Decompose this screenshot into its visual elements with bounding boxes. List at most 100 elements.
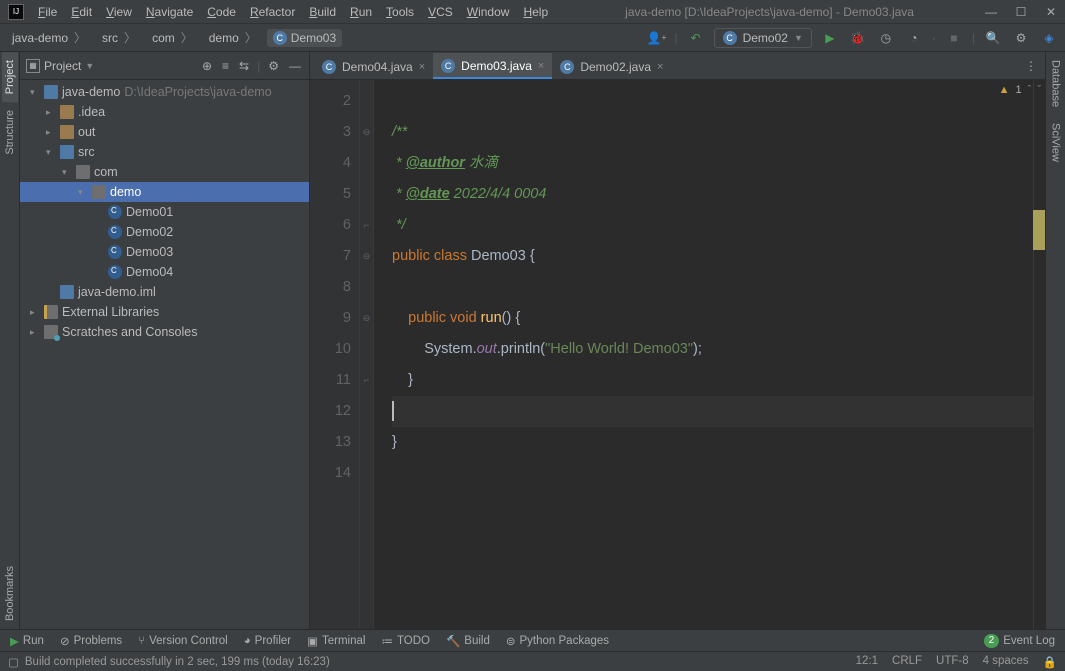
chevron-up-icon[interactable]: ˆ xyxy=(1028,84,1032,96)
tool-tab-sciview[interactable]: SciView xyxy=(1048,115,1064,170)
line-number-gutter[interactable]: 234567891011121314 xyxy=(310,80,360,629)
menu-build[interactable]: Build xyxy=(303,3,342,21)
stop-button-icon[interactable]: ■ xyxy=(944,28,964,48)
indent-setting[interactable]: 4 spaces xyxy=(983,655,1029,669)
tabs-more-icon[interactable]: ⋮ xyxy=(1025,59,1037,73)
breadcrumb-demo[interactable]: demo〉 xyxy=(203,27,265,48)
tool-tab-event-log[interactable]: 2 Event Log xyxy=(984,634,1055,648)
class-icon xyxy=(108,205,122,219)
inspection-widget[interactable]: ▲ 1 ˆ ˇ xyxy=(999,84,1041,96)
tool-tab-bookmarks[interactable]: Bookmarks xyxy=(2,558,18,629)
code-content[interactable]: /** * @author 水滴 * @date 2022/4/4 0004 *… xyxy=(374,80,1045,629)
caret-position[interactable]: 12:1 xyxy=(856,655,878,669)
editor-tab-demo04-java[interactable]: CDemo04.java× xyxy=(314,53,433,79)
folder-icon xyxy=(60,105,74,119)
play-icon: ▶ xyxy=(10,634,19,648)
folder-blue-icon xyxy=(60,145,74,159)
editor-tab-demo03-java[interactable]: CDemo03.java× xyxy=(433,53,552,79)
menu-help[interactable]: Help xyxy=(517,3,554,21)
tool-tab-problems[interactable]: ⊘Problems xyxy=(60,634,122,648)
menu-navigate[interactable]: Navigate xyxy=(140,3,199,21)
project-tool-window: ▦ Project ▼ ⊕ ≡ ⇆ | ⚙ — ▾java-demo D:\Id… xyxy=(20,52,310,629)
menu-tools[interactable]: Tools xyxy=(380,3,420,21)
menu-run[interactable]: Run xyxy=(344,3,378,21)
breadcrumb-demo03[interactable]: CDemo03 xyxy=(267,29,342,47)
tree-item--idea[interactable]: ▸.idea xyxy=(20,102,309,122)
panel-settings-icon[interactable]: ⚙ xyxy=(266,57,281,75)
bottom-tool-stripe: ▶Run ⊘Problems ⑂Version Control ◕Profile… xyxy=(0,629,1065,651)
debug-button-icon[interactable]: 🐞 xyxy=(848,28,868,48)
tree-item-java-demo-iml[interactable]: java-demo.iml xyxy=(20,282,309,302)
plugin-icon[interactable]: ◈ xyxy=(1039,28,1059,48)
expand-all-icon[interactable]: ≡ xyxy=(220,57,231,75)
chevron-down-icon[interactable]: ˇ xyxy=(1037,84,1041,96)
menu-window[interactable]: Window xyxy=(461,3,516,21)
search-icon[interactable]: 🔍 xyxy=(983,28,1003,48)
close-button[interactable]: ✕ xyxy=(1045,5,1057,19)
tool-tab-todo[interactable]: ≔TODO xyxy=(381,634,430,648)
profile-icon[interactable]: ◔ xyxy=(904,28,924,48)
tool-tab-python-packages[interactable]: ⊜Python Packages xyxy=(506,634,609,648)
run-button-icon[interactable]: ▶ xyxy=(820,28,840,48)
menu-edit[interactable]: Edit xyxy=(65,3,98,21)
menu-refactor[interactable]: Refactor xyxy=(244,3,301,21)
tree-item-demo[interactable]: ▾demo xyxy=(20,182,309,202)
tree-item-external-libraries[interactable]: ▸External Libraries xyxy=(20,302,309,322)
close-tab-icon[interactable]: × xyxy=(538,60,544,72)
tree-item-demo02[interactable]: Demo02 xyxy=(20,222,309,242)
class-icon: C xyxy=(441,59,455,73)
tool-tab-project[interactable]: Project xyxy=(2,52,18,102)
tool-tab-profiler[interactable]: ◕Profiler xyxy=(244,635,291,647)
collapse-all-icon[interactable]: ⇆ xyxy=(237,57,251,75)
tree-item-src[interactable]: ▾src xyxy=(20,142,309,162)
tree-item-java-demo[interactable]: ▾java-demo D:\IdeaProjects\java-demo xyxy=(20,82,309,102)
tool-tab-structure[interactable]: Structure xyxy=(2,102,18,163)
tree-item-demo04[interactable]: Demo04 xyxy=(20,262,309,282)
status-window-icon[interactable]: ▢ xyxy=(8,655,19,669)
tree-item-demo03[interactable]: Demo03 xyxy=(20,242,309,262)
tree-item-demo01[interactable]: Demo01 xyxy=(20,202,309,222)
stripe-mark[interactable] xyxy=(1033,210,1045,250)
coverage-icon[interactable]: ◷ xyxy=(876,28,896,48)
back-arrow-icon[interactable]: ↶ xyxy=(686,28,706,48)
window-title: java-demo [D:\IdeaProjects\java-demo] - … xyxy=(554,5,985,19)
fold-gutter[interactable]: ⊖ ⌐⊖ ⊖ ⌐ xyxy=(360,80,374,629)
menu-file[interactable]: File xyxy=(32,3,63,21)
editor-tab-demo02-java[interactable]: CDemo02.java× xyxy=(552,53,671,79)
locate-icon[interactable]: ⊕ xyxy=(200,57,214,75)
tool-tab-version-control[interactable]: ⑂Version Control xyxy=(138,635,228,647)
tool-tab-run[interactable]: ▶Run xyxy=(10,634,44,648)
breadcrumb-src[interactable]: src〉 xyxy=(96,27,144,48)
line-separator[interactable]: CRLF xyxy=(892,655,922,669)
maximize-button[interactable]: ☐ xyxy=(1015,5,1027,19)
close-tab-icon[interactable]: × xyxy=(419,61,425,73)
tool-tab-build[interactable]: 🔨Build xyxy=(446,634,490,648)
tree-item-com[interactable]: ▾com xyxy=(20,162,309,182)
menu-view[interactable]: View xyxy=(100,3,138,21)
class-icon xyxy=(108,225,122,239)
tree-item-out[interactable]: ▸out xyxy=(20,122,309,142)
menu-code[interactable]: Code xyxy=(201,3,242,21)
menu-vcs[interactable]: VCS xyxy=(422,3,459,21)
minimize-button[interactable]: — xyxy=(985,5,997,19)
project-tree[interactable]: ▾java-demo D:\IdeaProjects\java-demo▸.id… xyxy=(20,80,309,629)
close-tab-icon[interactable]: × xyxy=(657,61,663,73)
project-view-selector[interactable]: ▦ Project ▼ xyxy=(26,59,94,73)
lock-icon[interactable]: 🔒 xyxy=(1043,655,1057,669)
code-editor[interactable]: 234567891011121314 ⊖ ⌐⊖ ⊖ ⌐ /** * @autho… xyxy=(310,80,1045,629)
hide-panel-icon[interactable]: — xyxy=(287,57,303,75)
right-tool-stripe: Database SciView xyxy=(1045,52,1065,629)
terminal-icon: ▣ xyxy=(307,634,318,648)
add-user-icon[interactable]: 👤+ xyxy=(646,28,666,48)
list-icon: ≔ xyxy=(381,634,393,648)
tree-item-scratches-and-consoles[interactable]: ▸Scratches and Consoles xyxy=(20,322,309,342)
breadcrumb-java-demo[interactable]: java-demo〉 xyxy=(6,27,94,48)
menu-bar: FileEditViewNavigateCodeRefactorBuildRun… xyxy=(32,3,554,21)
file-encoding[interactable]: UTF-8 xyxy=(936,655,969,669)
run-config-selector[interactable]: C Demo02 ▼ xyxy=(714,28,812,48)
tool-tab-database[interactable]: Database xyxy=(1048,52,1064,115)
breadcrumb-com[interactable]: com〉 xyxy=(146,27,201,48)
settings-icon[interactable]: ⚙ xyxy=(1011,28,1031,48)
tool-tab-terminal[interactable]: ▣Terminal xyxy=(307,634,365,648)
error-stripe[interactable] xyxy=(1033,80,1045,629)
